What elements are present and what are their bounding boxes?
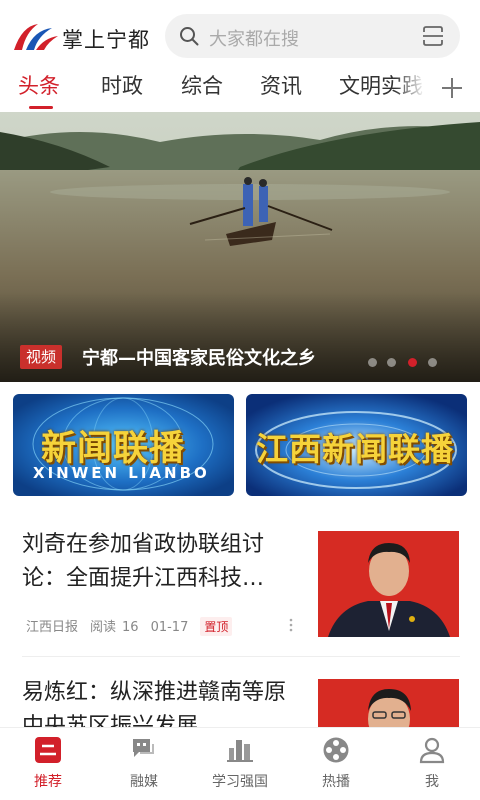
banner-title[interactable]: 宁都—中国客家民俗文化之乡 [82,344,316,370]
program-subtitle: XINWEN LIANBO [33,464,210,482]
media-icon [133,739,154,757]
program-card-xinwen-lianbo[interactable]: 新闻联播 XINWEN LIANBO [13,394,234,496]
user-icon [419,737,445,764]
channel-tabs: 头条 时政 综合 资讯 文明实践 [0,68,480,112]
nav-study[interactable]: 学习强国 [192,728,288,800]
nav-label: 热播 [322,774,350,790]
study-icon [227,740,253,762]
nav-label: 学习强国 [212,774,268,790]
app: 掌上宁都 大家都在搜 头条 时政 综合 资讯 文明实践 视频 宁都—中国客家民俗… [0,0,480,800]
carousel-dot[interactable] [387,358,396,367]
search-bar[interactable]: 大家都在搜 [165,14,460,58]
nav-label: 我 [425,774,439,790]
top-header: 掌上宁都 大家都在搜 [0,0,480,68]
scan-icon[interactable] [422,25,444,47]
nav-label: 融媒 [130,774,158,790]
tab-politics[interactable]: 时政 [101,70,143,100]
carousel-dot[interactable] [368,358,377,367]
program-card-jiangxi-news[interactable]: 江西新闻联播 [246,394,467,496]
tab-headlines[interactable]: 头条 [18,70,60,100]
news-reads: 16 [122,620,139,635]
tab-info[interactable]: 资讯 [260,70,302,100]
more-options-icon[interactable] [289,618,293,632]
tab-fade [395,68,425,112]
news-title[interactable]: 刘奇在参加省政协联组讨论：全面提升江西科技… [22,528,292,596]
film-reel-icon [323,737,349,763]
add-channel-icon[interactable] [440,76,464,100]
logo [14,24,58,50]
pinned-badge: 置顶 [200,617,233,636]
nav-label: 推荐 [34,774,62,790]
search-placeholder: 大家都在搜 [209,29,299,50]
recommend-icon [35,737,61,763]
nav-hot[interactable]: 热播 [288,728,384,800]
news-divider [22,656,460,657]
program-title: 江西新闻联播 [256,430,455,468]
nav-me[interactable]: 我 [384,728,480,800]
featured-banner[interactable]: 视频 宁都—中国客家民俗文化之乡 [0,112,480,382]
portrait-photo [318,531,459,637]
carousel-dot[interactable] [428,358,437,367]
video-tag: 视频 [20,345,62,369]
nav-recommend[interactable]: 推荐 [0,728,96,800]
tab-scroll: 头条 时政 综合 资讯 文明实践 [0,68,425,112]
news-date: 01-17 [150,620,189,635]
app-title: 掌上宁都 [62,28,150,52]
search-icon [180,27,199,46]
bottom-nav: 推荐 融媒 学习强国 热播 我 [0,727,480,800]
news-reads-label: 阅读 [90,620,117,635]
news-source: 江西日报 [26,620,79,635]
nav-media[interactable]: 融媒 [96,728,192,800]
active-tab-indicator [29,106,53,109]
tab-general[interactable]: 综合 [181,70,223,100]
news-meta: 江西日报 阅读 16 01-17 置顶 [26,616,244,636]
carousel-dot-active[interactable] [408,358,417,367]
news-thumbnail[interactable] [318,531,459,637]
